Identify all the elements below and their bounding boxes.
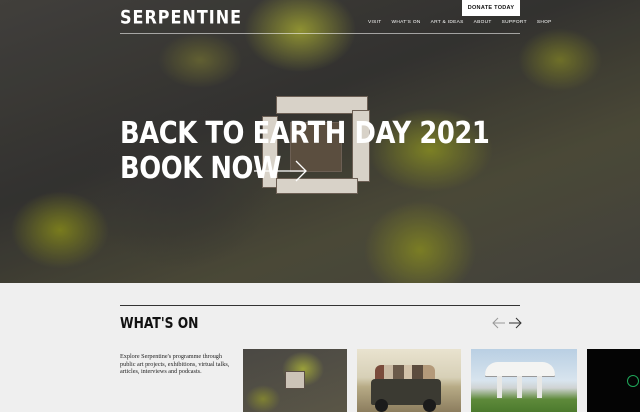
arrow-right-icon[interactable] xyxy=(508,316,522,330)
main-nav: VISIT WHAT'S ON ART & IDEAS ABOUT SUPPOR… xyxy=(368,20,552,25)
card-image-installation xyxy=(285,371,305,389)
carousel-controls xyxy=(492,316,522,330)
nav-item-about[interactable]: ABOUT xyxy=(474,20,492,25)
event-card-4[interactable] xyxy=(587,349,640,412)
event-card-3[interactable] xyxy=(471,349,577,412)
card-image-wheel xyxy=(423,399,436,412)
nav-item-shop[interactable]: SHOP xyxy=(537,20,552,25)
section-divider xyxy=(120,305,520,306)
whats-on-title: WHAT'S ON xyxy=(120,314,199,332)
card-image-wheel xyxy=(375,399,388,412)
nav-item-visit[interactable]: VISIT xyxy=(368,20,382,25)
nav-item-whats-on[interactable]: WHAT'S ON xyxy=(392,20,421,25)
event-card-2[interactable] xyxy=(357,349,461,412)
card-image-column xyxy=(537,376,542,398)
card-image-ring xyxy=(627,375,639,387)
nav-item-support[interactable]: SUPPORT xyxy=(502,20,527,25)
hero-headline-line1[interactable]: BACK TO EARTH DAY 2021 xyxy=(120,116,490,151)
whats-on-intro: Explore Serpentine's programme through p… xyxy=(120,353,230,376)
event-card-1[interactable] xyxy=(243,349,347,412)
card-image-pavilion xyxy=(485,362,555,376)
card-image-column xyxy=(517,376,522,398)
serpentine-logo[interactable]: SERPENTINE xyxy=(120,6,242,28)
arrow-left-icon[interactable] xyxy=(492,316,506,330)
header-divider xyxy=(120,33,520,34)
card-image-column xyxy=(497,376,502,398)
arrow-right-icon[interactable] xyxy=(254,159,310,183)
donate-button[interactable]: DONATE TODAY xyxy=(462,0,520,16)
nav-item-art-ideas[interactable]: ART & IDEAS xyxy=(431,20,464,25)
